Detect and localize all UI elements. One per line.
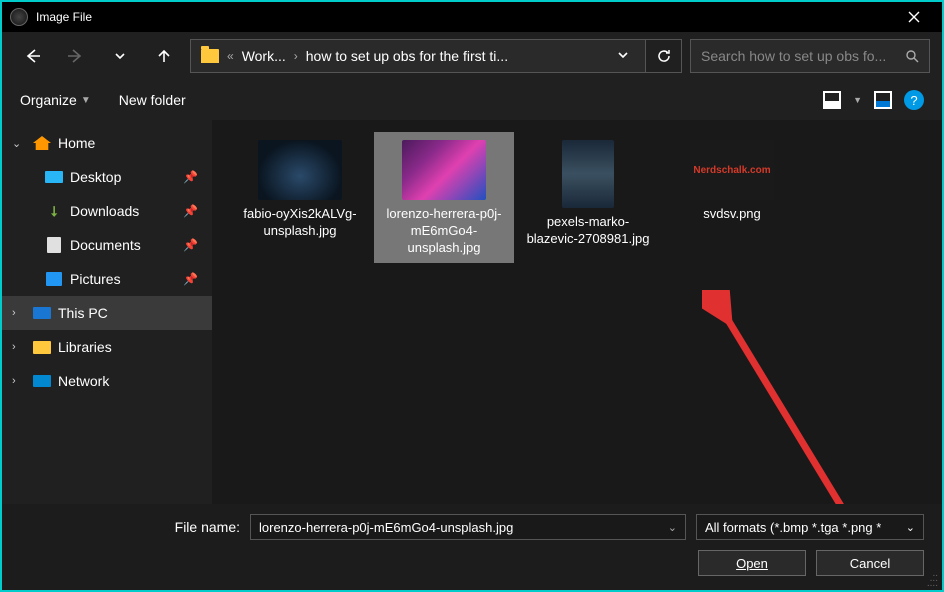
- search-icon: [905, 49, 919, 63]
- collapse-icon[interactable]: ⌄: [12, 137, 26, 150]
- sidebar-item-desktop[interactable]: Desktop 📌: [2, 160, 212, 194]
- annotation-arrow: [702, 290, 922, 504]
- thumbnail: [562, 140, 614, 208]
- pictures-icon: [46, 272, 62, 286]
- file-item[interactable]: lorenzo-herrera-p0j-mE6mGo4-unsplash.jpg: [374, 132, 514, 263]
- sidebar-item-downloads[interactable]: ⭣ Downloads 📌: [2, 194, 212, 228]
- address-bar[interactable]: « Work... › how to set up obs for the fi…: [190, 39, 646, 73]
- expand-icon[interactable]: ›: [12, 375, 26, 387]
- chevron-down-icon[interactable]: ⌄: [668, 521, 677, 534]
- sidebar-item-home[interactable]: ⌄ Home: [2, 126, 212, 160]
- sidebar-item-documents[interactable]: Documents 📌: [2, 228, 212, 262]
- refresh-button[interactable]: [646, 39, 682, 73]
- pin-icon: 📌: [183, 170, 198, 184]
- thumbnail: [258, 140, 342, 200]
- desktop-icon: [45, 171, 63, 183]
- thumbnail: [402, 140, 486, 200]
- chevron-down-icon: ▼: [81, 95, 91, 106]
- preview-pane-button[interactable]: [874, 91, 892, 109]
- breadcrumb-work[interactable]: Work...: [242, 48, 286, 64]
- sidebar-item-thispc[interactable]: › This PC: [2, 296, 212, 330]
- file-item[interactable]: pexels-marko-blazevic-2708981.jpg: [518, 132, 658, 263]
- breadcrumb-current[interactable]: how to set up obs for the first ti...: [306, 48, 508, 64]
- pin-icon: 📌: [183, 204, 198, 218]
- new-folder-button[interactable]: New folder: [119, 92, 186, 108]
- resize-grip[interactable]: .........: [927, 571, 938, 586]
- window-title: Image File: [36, 10, 894, 24]
- open-button[interactable]: Open: [698, 550, 806, 576]
- documents-icon: [47, 237, 61, 253]
- sidebar-item-libraries[interactable]: › Libraries: [2, 330, 212, 364]
- file-grid[interactable]: fabio-oyXis2kALVg-unsplash.jpg lorenzo-h…: [212, 120, 942, 504]
- network-icon: [33, 375, 51, 387]
- sidebar-item-pictures[interactable]: Pictures 📌: [2, 262, 212, 296]
- navigation-bar: « Work... › how to set up obs for the fi…: [2, 32, 942, 80]
- expand-icon[interactable]: ›: [12, 341, 26, 353]
- footer: File name: lorenzo-herrera-p0j-mE6mGo4-u…: [2, 504, 942, 590]
- recent-dropdown[interactable]: [102, 38, 138, 74]
- app-icon: [10, 8, 28, 26]
- pc-icon: [33, 307, 51, 319]
- chevron-down-icon[interactable]: ▼: [853, 95, 862, 105]
- file-item[interactable]: fabio-oyXis2kALVg-unsplash.jpg: [230, 132, 370, 263]
- cancel-button[interactable]: Cancel: [816, 550, 924, 576]
- address-dropdown[interactable]: [611, 48, 635, 64]
- thumbnail: Nerdschalk.com: [690, 140, 774, 200]
- back-button[interactable]: [14, 38, 50, 74]
- view-options-button[interactable]: [823, 91, 841, 109]
- close-button[interactable]: [894, 2, 934, 32]
- folder-icon: [33, 341, 51, 354]
- pin-icon: 📌: [183, 272, 198, 286]
- toolbar: Organize ▼ New folder ▼ ?: [2, 80, 942, 120]
- help-button[interactable]: ?: [904, 90, 924, 110]
- home-icon: [33, 136, 51, 150]
- forward-button[interactable]: [58, 38, 94, 74]
- filetype-select[interactable]: All formats (*.bmp *.tga *.png * ⌄: [696, 514, 924, 540]
- search-input[interactable]: Search how to set up obs fo...: [690, 39, 930, 73]
- chevron-right-icon: ›: [294, 49, 298, 63]
- organize-menu[interactable]: Organize ▼: [20, 92, 91, 108]
- breadcrumb-prefix-icon: «: [227, 49, 234, 63]
- expand-icon[interactable]: ›: [12, 307, 26, 319]
- downloads-icon: ⭣: [44, 203, 64, 219]
- search-placeholder: Search how to set up obs fo...: [701, 48, 905, 64]
- pin-icon: 📌: [183, 238, 198, 252]
- sidebar: ⌄ Home Desktop 📌 ⭣ Downloads 📌 Documents: [2, 120, 212, 504]
- file-item[interactable]: Nerdschalk.com svdsv.png: [662, 132, 802, 263]
- folder-icon: [201, 49, 219, 63]
- chevron-down-icon: ⌄: [906, 521, 915, 534]
- titlebar: Image File: [2, 2, 942, 32]
- up-button[interactable]: [146, 38, 182, 74]
- filename-label: File name:: [20, 519, 240, 535]
- sidebar-item-network[interactable]: › Network: [2, 364, 212, 398]
- filename-input[interactable]: lorenzo-herrera-p0j-mE6mGo4-unsplash.jpg…: [250, 514, 686, 540]
